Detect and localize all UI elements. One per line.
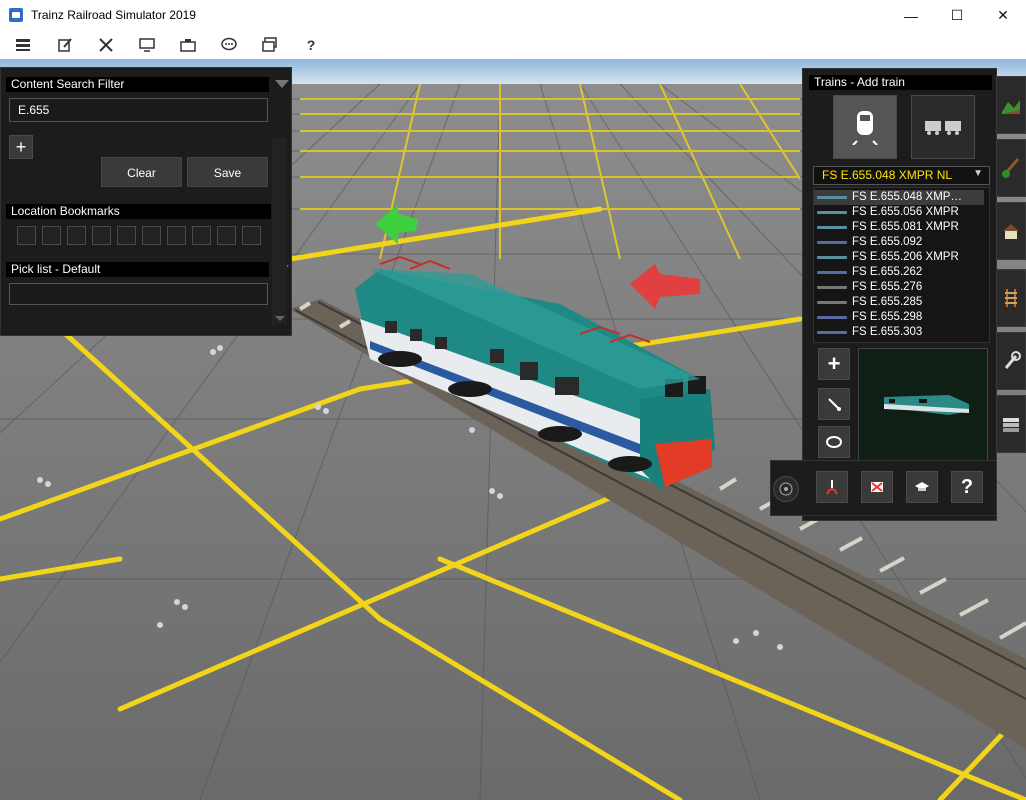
- tools-icon[interactable]: [96, 35, 116, 55]
- edit-icon[interactable]: [55, 35, 75, 55]
- bookmark-slot[interactable]: [17, 226, 36, 245]
- minimize-button[interactable]: —: [888, 0, 934, 31]
- driver-tool-button[interactable]: [816, 471, 848, 503]
- delete-button[interactable]: [861, 471, 893, 503]
- track-icon: [1005, 289, 1017, 307]
- picklist-field[interactable]: [9, 283, 268, 305]
- viewport-3d[interactable]: Content Search Filter E.655 + Clear Save…: [0, 59, 1026, 800]
- bookmark-slot[interactable]: [117, 226, 136, 245]
- content-search-input[interactable]: E.655: [9, 98, 268, 122]
- terrain-icon: [1002, 100, 1020, 114]
- app-icon: [9, 8, 23, 22]
- layers-icon[interactable]: [260, 35, 280, 55]
- scrollbar[interactable]: [272, 138, 287, 324]
- menu-icon[interactable]: [13, 35, 33, 55]
- wrench-icon: [1004, 351, 1021, 369]
- thumbnail: [817, 241, 847, 244]
- list-item[interactable]: FS E.655.285: [814, 295, 984, 310]
- maximize-button[interactable]: ☐: [934, 0, 980, 31]
- layers-tab[interactable]: [996, 395, 1026, 453]
- thumbnail: [817, 226, 847, 229]
- thumbnail: [817, 196, 847, 199]
- camera-icon[interactable]: [178, 35, 198, 55]
- terrain-tab[interactable]: [996, 76, 1026, 134]
- layers-icon: [1003, 418, 1019, 432]
- bookmark-slot[interactable]: [192, 226, 211, 245]
- list-item[interactable]: FS E.655.298: [814, 310, 984, 325]
- display-icon[interactable]: [137, 35, 157, 55]
- picklist-header: Pick list - Default: [6, 262, 289, 277]
- chat-icon[interactable]: [219, 35, 239, 55]
- house-icon: [1003, 224, 1019, 239]
- track-tab[interactable]: [996, 269, 1026, 327]
- paint-tab[interactable]: [996, 139, 1026, 197]
- thumbnail: [817, 331, 847, 334]
- paint-icon: [1002, 158, 1020, 178]
- window-title: Trainz Railroad Simulator 2019: [31, 8, 196, 22]
- clear-button[interactable]: Clear: [101, 157, 182, 187]
- locomotive-icon: [852, 111, 878, 145]
- thumbnail: [817, 301, 847, 304]
- scroll-down-icon[interactable]: [275, 316, 285, 321]
- train-select-value: FS E.655.048 XMPR NL: [822, 168, 953, 182]
- bookmark-slots: [17, 226, 267, 246]
- thumbnail: [817, 316, 847, 319]
- rotate-icon: [826, 436, 842, 448]
- rotate-tool-button[interactable]: [818, 426, 850, 458]
- bookmark-slot[interactable]: [142, 226, 161, 245]
- compass-icon[interactable]: [773, 476, 799, 502]
- list-item[interactable]: FS E.655.276: [814, 280, 984, 295]
- left-panel: Content Search Filter E.655 + Clear Save…: [0, 67, 292, 336]
- list-item[interactable]: FS E.655.262: [814, 265, 984, 280]
- insert-icon: [828, 398, 841, 411]
- add-train-button[interactable]: +: [818, 348, 850, 380]
- thumbnail: [817, 271, 847, 274]
- train-select[interactable]: FS E.655.048 XMPR NL ▼: [813, 166, 990, 185]
- delete-icon: [871, 482, 883, 492]
- rolling-stock-tab[interactable]: [911, 95, 975, 159]
- list-item[interactable]: FS E.655.048 XMP…: [814, 190, 984, 205]
- location-bookmarks-header: Location Bookmarks: [6, 204, 271, 219]
- bottom-toolbar: ?: [770, 460, 997, 516]
- train-preview: [858, 348, 988, 461]
- list-item[interactable]: FS E.655.303: [814, 325, 984, 340]
- train-list: FS E.655.048 XMP… FS E.655.056 XMPR FS E…: [813, 187, 990, 343]
- chevron-down-icon: ▼: [973, 168, 983, 179]
- preview-locomotive: [884, 395, 969, 415]
- trains-panel: Trains - Add train FS E.655.048 XMPR NL …: [802, 68, 997, 521]
- driver-icon: [826, 480, 838, 495]
- list-item[interactable]: FS E.655.056 XMPR: [814, 205, 984, 220]
- consist-button[interactable]: [906, 471, 938, 503]
- wagon-icon: [925, 121, 961, 135]
- bookmark-slot[interactable]: [92, 226, 111, 245]
- bookmark-slot[interactable]: [242, 226, 261, 245]
- tools-tab[interactable]: [996, 332, 1026, 390]
- trains-header: Trains - Add train: [809, 75, 992, 90]
- close-button[interactable]: ✕: [980, 0, 1026, 31]
- save-button[interactable]: Save: [187, 157, 268, 187]
- thumbnail: [817, 211, 847, 214]
- insert-tool-button[interactable]: [818, 388, 850, 420]
- objects-tab[interactable]: [996, 202, 1026, 260]
- list-item[interactable]: FS E.655.081 XMPR: [814, 220, 984, 235]
- bookmark-slot[interactable]: [167, 226, 186, 245]
- locomotives-tab[interactable]: [833, 95, 897, 159]
- thumbnail: [817, 286, 847, 289]
- bookmark-slot[interactable]: [67, 226, 86, 245]
- content-search-header: Content Search Filter: [6, 77, 289, 92]
- add-filter-button[interactable]: +: [9, 135, 33, 159]
- list-item[interactable]: FS E.655.092: [814, 235, 984, 250]
- consist-icon: [915, 482, 929, 491]
- title-bar: Trainz Railroad Simulator 2019 — ☐ ✕: [0, 0, 1026, 32]
- thumbnail: [817, 256, 847, 259]
- help-button[interactable]: ?: [951, 471, 983, 503]
- help-icon[interactable]: ?: [301, 35, 321, 55]
- bookmark-slot[interactable]: [217, 226, 236, 245]
- list-item[interactable]: FS E.655.206 XMPR: [814, 250, 984, 265]
- chevron-down-icon[interactable]: [275, 80, 289, 88]
- main-toolbar: ?: [0, 31, 1026, 59]
- bookmark-slot[interactable]: [42, 226, 61, 245]
